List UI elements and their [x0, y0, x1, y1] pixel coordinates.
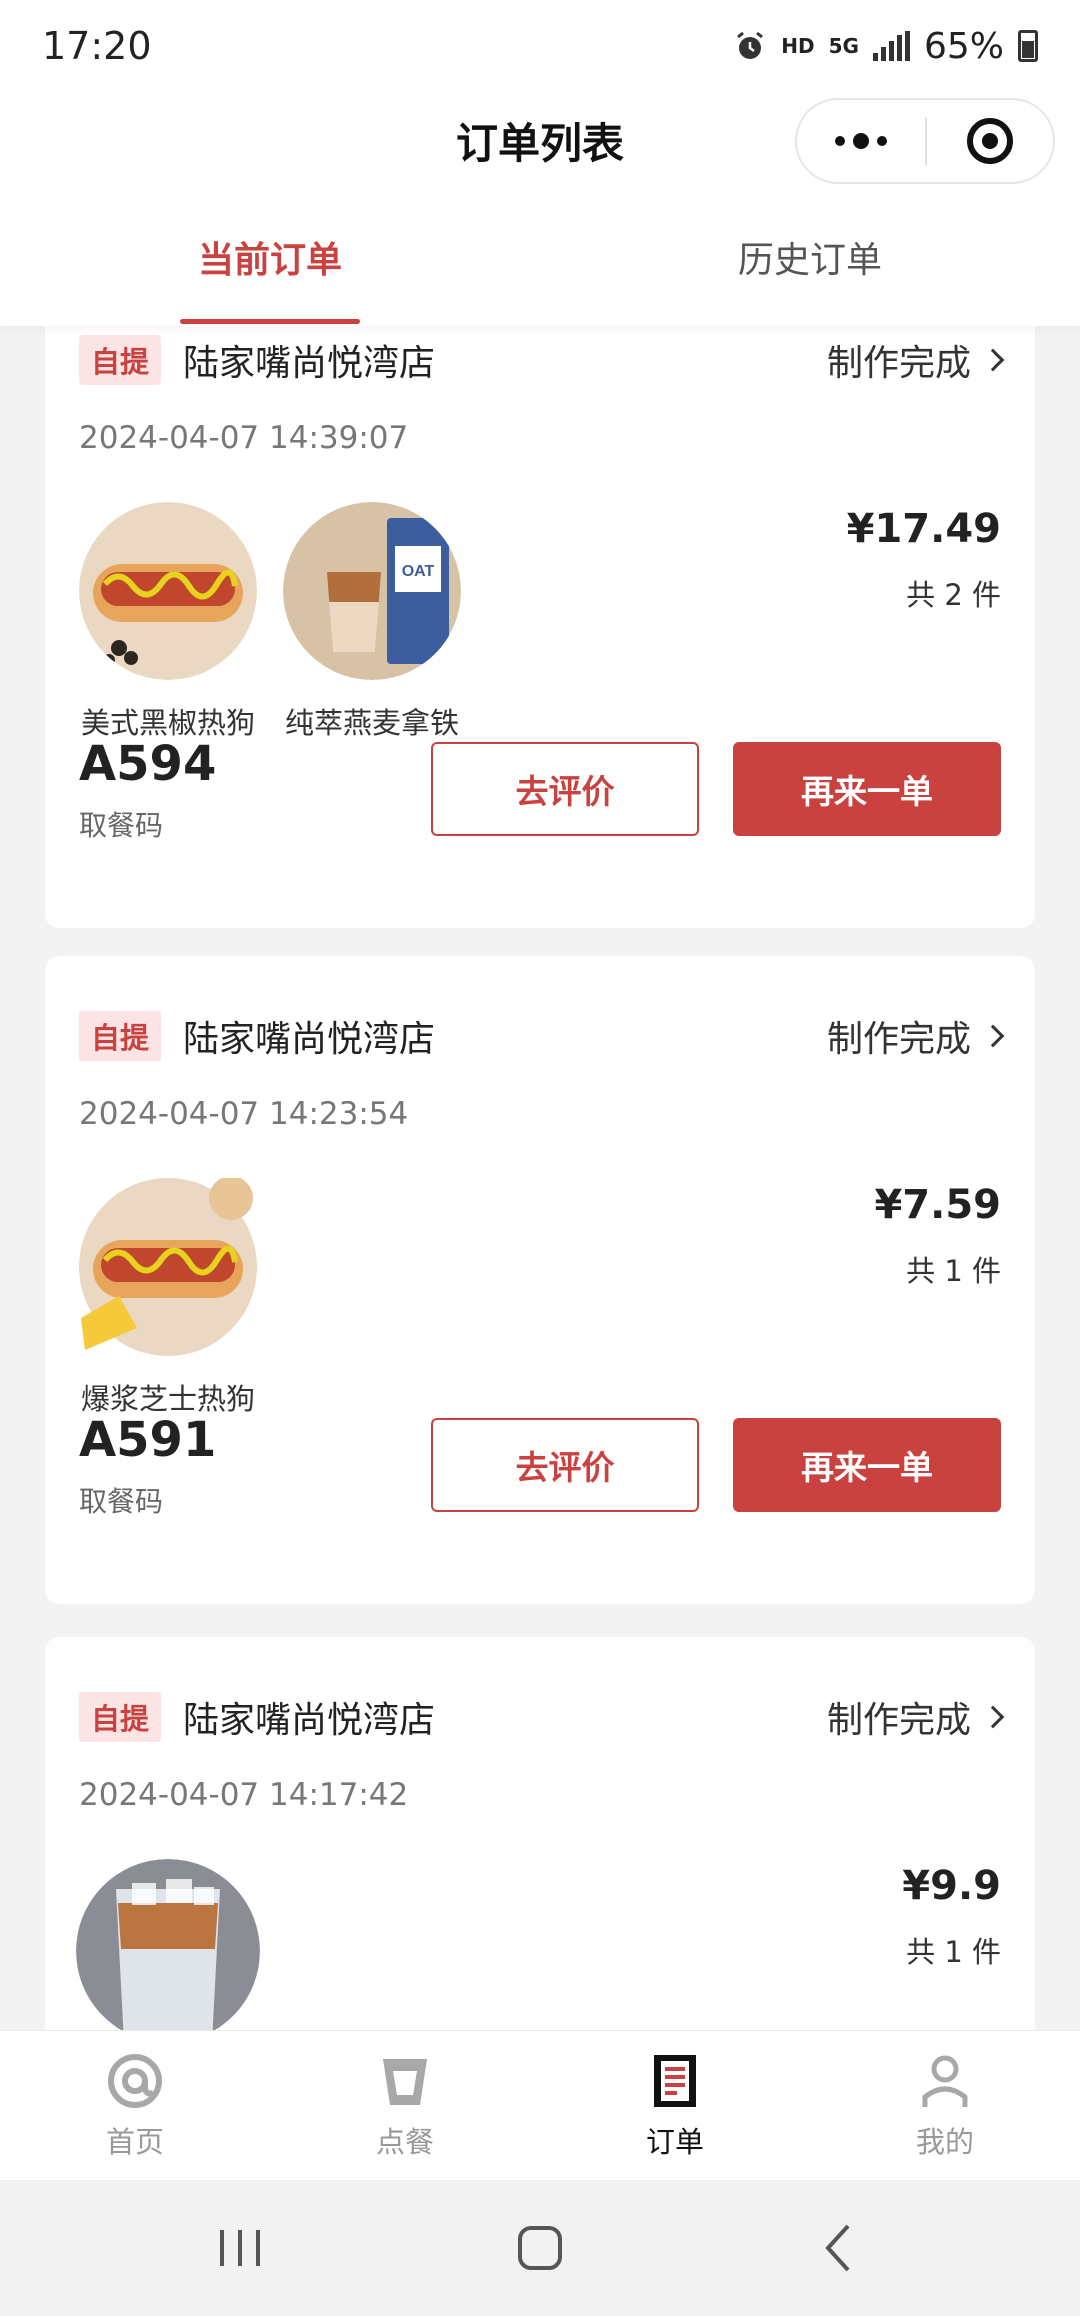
order-items [76, 1859, 260, 2030]
pickup-code: A591 [79, 1412, 217, 1468]
review-button[interactable]: 去评价 [431, 742, 699, 836]
oat-latte-image: OAT [283, 502, 461, 680]
order-price: ¥9.9 [902, 1863, 1001, 1909]
order-item[interactable]: 美式黑椒热狗 [79, 502, 257, 742]
order-item[interactable] [76, 1859, 260, 2030]
order-time: 2024-04-07 14:23:54 [79, 1096, 409, 1132]
pickup-badge: 自提 [79, 1011, 162, 1061]
order-header: 自提 陆家嘴尚悦湾店 制作完成 [79, 332, 1005, 388]
home-icon[interactable] [510, 2218, 570, 2278]
order-card[interactable]: 自提 陆家嘴尚悦湾店 制作完成 2024-04-07 14:17:42 ¥9.9… [45, 1637, 1035, 2030]
chevron-right-icon [981, 1024, 1005, 1048]
price-block: ¥7.59 共 1 件 [874, 1182, 1001, 1290]
more-menu-button[interactable] [797, 100, 925, 182]
item-count: 共 1 件 [906, 1935, 1001, 1969]
tabbar-label: 我的 [915, 2124, 974, 2159]
system-navigation-bar [0, 2180, 1080, 2316]
order-status-text: 制作完成 [826, 343, 971, 384]
alarm-icon [737, 31, 764, 59]
reorder-button[interactable]: 再来一单 [733, 1418, 1001, 1512]
close-miniprogram-button[interactable] [927, 100, 1053, 182]
chevron-right-icon [981, 348, 1005, 372]
pickup-badge: 自提 [79, 335, 162, 385]
battery-icon [1018, 30, 1038, 62]
battery-percent: 65% [923, 25, 1004, 67]
network-indicator: 5G [828, 34, 859, 58]
pickup-code: A594 [79, 736, 217, 792]
reorder-button[interactable]: 再来一单 [733, 742, 1001, 836]
tabbar-profile[interactable]: 我的 [810, 2031, 1080, 2180]
back-icon[interactable] [810, 2218, 870, 2278]
svg-text:OAT: OAT [402, 563, 435, 580]
status-icons: HD 5G 65% [733, 26, 1038, 67]
order-item[interactable]: OAT 纯萃燕麦拿铁 [283, 502, 461, 742]
price-block: ¥9.9 共 1 件 [902, 1863, 1001, 1971]
price-block: ¥17.49 共 2 件 [847, 506, 1001, 614]
review-button[interactable]: 去评价 [431, 1418, 699, 1512]
tabbar-label: 订单 [645, 2124, 704, 2159]
tabbar-orders[interactable]: 订单 [540, 2031, 810, 2180]
item-count: 共 2 件 [906, 578, 1001, 612]
home-at-icon [108, 2053, 162, 2108]
iced-latte-image [76, 1859, 260, 2030]
order-price: ¥17.49 [846, 506, 1001, 552]
order-header: 自提 陆家嘴尚悦湾店 制作完成 [79, 1008, 1005, 1064]
profile-icon [922, 2055, 968, 2107]
chevron-right-icon [981, 1705, 1005, 1729]
more-dots-icon [835, 136, 845, 146]
pickup-code-block: A594 取餐码 [79, 736, 216, 844]
store-name: 陆家嘴尚悦湾店 [183, 343, 436, 384]
order-tabs: 当前订单 历史订单 [0, 188, 1080, 326]
target-icon [967, 118, 1013, 164]
order-card[interactable]: 自提 陆家嘴尚悦湾店 制作完成 2024-04-07 14:23:54 爆浆芝士… [45, 956, 1035, 1604]
tabbar-order-food[interactable]: 点餐 [270, 2031, 540, 2180]
hd-indicator: HD [781, 34, 815, 58]
tabbar-home[interactable]: 首页 [0, 2031, 270, 2180]
tab-history-orders[interactable]: 历史订单 [540, 188, 1080, 326]
cup-icon [383, 2058, 427, 2105]
item-count: 共 1 件 [906, 1254, 1001, 1288]
cheese-hotdog-image [79, 1178, 257, 1356]
order-price: ¥7.59 [874, 1182, 1001, 1228]
more-dots-icon-right [877, 136, 887, 146]
order-items: 美式黑椒热狗 OAT 纯萃燕麦拿铁 [79, 502, 461, 742]
pickup-code-label: 取餐码 [79, 1485, 164, 1518]
order-time: 2024-04-07 14:17:42 [79, 1777, 409, 1813]
order-item[interactable]: 爆浆芝士热狗 [79, 1178, 257, 1418]
order-items: 爆浆芝士热狗 [79, 1178, 257, 1418]
miniprogram-capsule [795, 98, 1055, 184]
order-list[interactable]: 自提 陆家嘴尚悦湾店 制作完成 2024-04-07 14:39:07 美式黑椒… [0, 326, 1080, 2030]
order-time: 2024-04-07 14:39:07 [79, 420, 409, 456]
store-name: 陆家嘴尚悦湾店 [183, 1700, 436, 1741]
pickup-code-block: A591 取餐码 [79, 1412, 216, 1520]
store-name: 陆家嘴尚悦湾店 [183, 1019, 436, 1060]
signal-icon [872, 31, 910, 61]
tabbar-label: 点餐 [375, 2124, 434, 2159]
order-status-text: 制作完成 [826, 1019, 971, 1060]
pickup-badge: 自提 [79, 1692, 162, 1742]
status-bar: 17:20 HD 5G 65% [0, 0, 1080, 92]
order-status-link[interactable]: 制作完成 [826, 1010, 1005, 1062]
status-time: 17:20 [42, 24, 152, 68]
order-status-link[interactable]: 制作完成 [826, 1691, 1005, 1743]
bottom-tab-bar: 首页 点餐 订单 我的 [0, 2030, 1080, 2180]
order-status-text: 制作完成 [826, 1700, 971, 1741]
pickup-code-label: 取餐码 [79, 809, 164, 842]
more-dots-icon-center [853, 133, 869, 149]
order-header: 自提 陆家嘴尚悦湾店 制作完成 [79, 1689, 1005, 1745]
order-status-link[interactable]: 制作完成 [826, 334, 1005, 386]
order-list-icon [654, 2054, 696, 2107]
tabbar-label: 首页 [105, 2124, 164, 2159]
order-card[interactable]: 自提 陆家嘴尚悦湾店 制作完成 2024-04-07 14:39:07 美式黑椒… [45, 326, 1035, 928]
hotdog-image [79, 502, 257, 680]
tab-current-orders[interactable]: 当前订单 [0, 188, 540, 326]
nav-bar: 订单列表 [0, 92, 1080, 188]
item-name: 纯萃燕麦拿铁 [284, 706, 459, 740]
recent-apps-icon[interactable] [210, 2218, 270, 2278]
